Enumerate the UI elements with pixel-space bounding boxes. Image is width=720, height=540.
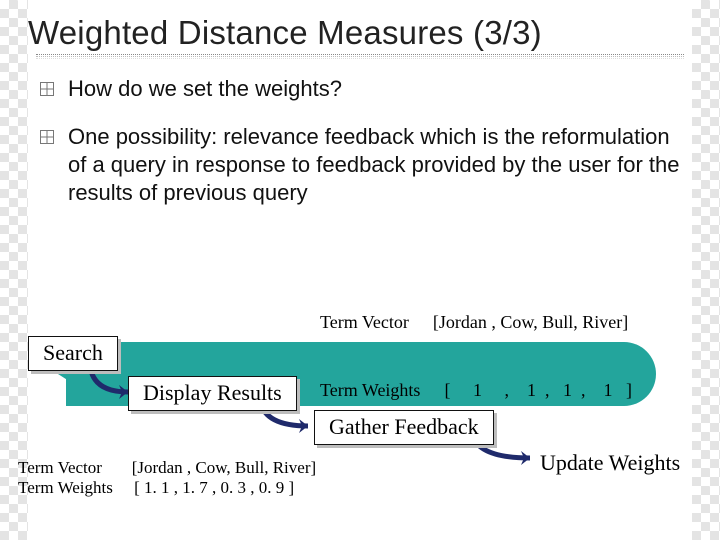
bottom-label-vector: Term Vector (18, 458, 102, 477)
bullet-2: One possibility: relevance feedback whic… (38, 123, 684, 207)
bottom-value-vector: [Jordan , Cow, Bull, River] (132, 458, 316, 477)
decor-checker-right (692, 0, 720, 540)
top-value-weights: [ 1 , 1 , 1 , 1 ] (444, 379, 632, 402)
step-display-results: Display Results (128, 376, 297, 411)
process-area: Term Vector [Jordan , Cow, Bull, River] T… (28, 260, 692, 540)
bottom-term-vector-block: Term Vector [Jordan , Cow, Bull, River] … (18, 458, 316, 498)
step-update-weights: Update Weights (540, 450, 680, 476)
top-value-vector: [Jordan , Cow, Bull, River] (433, 311, 628, 334)
step-search: Search (28, 336, 118, 371)
bottom-value-weights: [ 1. 1 , 1. 7 , 0. 3 , 0. 9 ] (134, 478, 294, 497)
top-label-vector: Term Vector (320, 311, 409, 334)
title-underline (36, 54, 684, 55)
top-label-weights: Term Weights (320, 379, 420, 402)
slide-title: Weighted Distance Measures (3/3) (28, 14, 692, 52)
bullet-list: How do we set the weights? One possibili… (28, 75, 692, 208)
slide-body: Weighted Distance Measures (3/3) How do … (28, 0, 692, 540)
bottom-label-weights: Term Weights (18, 478, 113, 497)
step-gather-feedback: Gather Feedback (314, 410, 494, 445)
title-underline-3 (36, 58, 684, 59)
bullet-1: How do we set the weights? (38, 75, 684, 103)
title-underline-2 (36, 56, 684, 57)
